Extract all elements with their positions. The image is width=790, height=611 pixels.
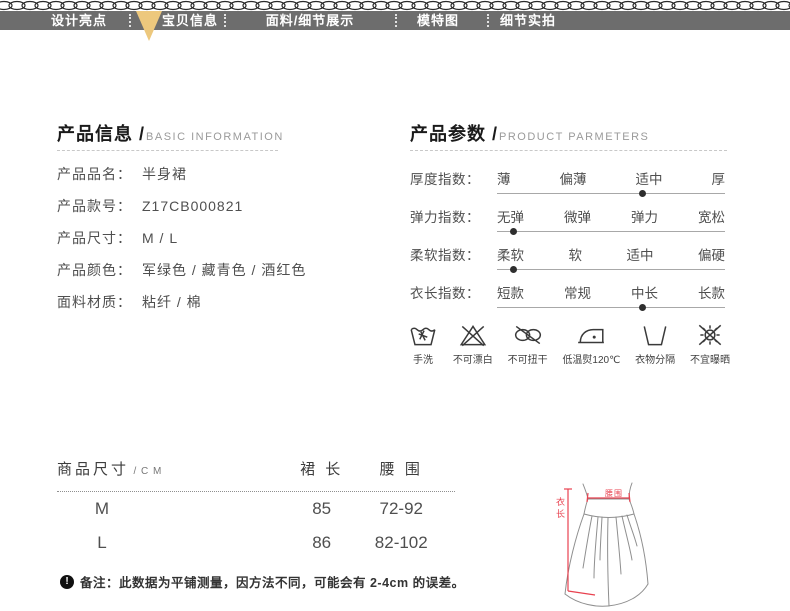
size-chart-title: 商品尺寸: [57, 461, 129, 478]
basic-info-heading: 产品信息/BASIC INFORMATION: [57, 120, 284, 146]
section-subtitle: BASIC INFORMATION: [146, 131, 284, 143]
care-iron-low: 低温熨120℃: [562, 322, 620, 366]
basic-info-list: 产品品名：半身裙 产品款号：Z17CB000821 产品尺寸：M / L 产品颜…: [57, 158, 397, 318]
parameter-index-list: 厚度指数： 薄 偏薄 适中 厚 弹力指数： 无弹 微弹 弹力 宽松 柔软指数：: [410, 160, 727, 312]
care-no-sun: 不宜曝晒: [690, 322, 730, 366]
size-chart-unit: / C M: [133, 466, 162, 477]
tab-design-highlights[interactable]: 设计亮点: [51, 11, 107, 30]
section-subtitle: PRODUCT PARMETERS: [499, 131, 649, 143]
scale-marker-dot: [639, 190, 646, 197]
tab-divider: [224, 14, 226, 27]
no-sun-exposure-icon: [695, 322, 725, 348]
product-colors-row: 产品颜色：军绿色 / 藏青色 / 酒红色: [57, 254, 397, 286]
care-hand-wash: 手洗: [408, 322, 438, 366]
divider-dashed: [57, 150, 278, 151]
column-skirt-length: 裙 长: [296, 458, 348, 479]
care-instructions: 手洗 不可漂白 不可扭干 低温熨120℃ 衣物分隔: [408, 322, 730, 366]
table-row: L 86 82-102: [57, 526, 455, 560]
no-bleach-icon: [458, 322, 488, 348]
tab-divider: [487, 14, 489, 27]
thickness-index-row: 厚度指数： 薄 偏薄 适中 厚: [410, 160, 727, 198]
product-style-no-row: 产品款号：Z17CB000821: [57, 190, 397, 222]
tab-detail-shots[interactable]: 细节实拍: [500, 11, 556, 30]
active-tab-pointer-icon: [136, 11, 162, 41]
chain-border-decoration: [0, 0, 790, 11]
tab-item-info[interactable]: 宝贝信息: [162, 11, 218, 30]
column-waist: 腰 围: [348, 458, 455, 479]
waist-label: 腰围: [592, 488, 636, 499]
softness-scale: 柔软 软 适中 偏硬: [497, 244, 725, 274]
care-no-wring: 不可扭干: [508, 322, 548, 366]
elasticity-scale: 无弹 微弹 弹力 宽松: [497, 206, 725, 236]
size-m: M: [57, 499, 147, 519]
tab-divider: [395, 14, 397, 27]
exclamation-icon: !: [60, 575, 74, 589]
scale-marker-dot: [639, 304, 646, 311]
no-wring-icon: [513, 322, 543, 348]
parameters-heading: 产品参数/PRODUCT PARMETERS: [410, 120, 649, 146]
product-sizes-row: 产品尺寸：M / L: [57, 222, 397, 254]
skirt-measurement-diagram: [535, 458, 675, 608]
section-title: 产品信息: [57, 124, 133, 144]
wash-separately-icon: [640, 322, 670, 348]
tab-fabric-details[interactable]: 面料/细节展示: [266, 11, 355, 30]
table-row: M 85 72-92: [57, 492, 455, 526]
tab-divider: [129, 14, 131, 27]
divider-dashed: [410, 150, 727, 151]
garment-length-index-row: 衣长指数： 短款 常规 中长 长款: [410, 274, 727, 312]
measurement-note: ! 备注：此数据为平铺测量，因方法不同，可能会有 2-4cm 的误差。: [60, 572, 465, 591]
section-title: 产品参数: [410, 124, 486, 144]
product-nav-bar: 设计亮点 宝贝信息 面料/细节展示 模特图 细节实拍: [0, 11, 790, 30]
size-chart-header: 商品尺寸 / C M 裙 长 腰 围: [57, 458, 455, 492]
softness-index-row: 柔软指数： 柔软 软 适中 偏硬: [410, 236, 727, 274]
scale-marker-dot: [510, 228, 517, 235]
tab-model-photos[interactable]: 模特图: [417, 11, 459, 30]
hand-wash-icon: [408, 322, 438, 348]
thickness-scale: 薄 偏薄 适中 厚: [497, 168, 725, 198]
product-name-row: 产品品名：半身裙: [57, 158, 397, 190]
size-chart: 商品尺寸 / C M 裙 长 腰 围 M 85 72-92 L 86 82-10…: [57, 458, 455, 560]
product-material-row: 面料材质：粘纤 / 棉: [57, 286, 397, 318]
care-wash-separately: 衣物分隔: [635, 322, 675, 366]
garment-length-scale: 短款 常规 中长 长款: [497, 282, 725, 312]
iron-low-temp-icon: [576, 322, 606, 348]
length-label: 衣长: [554, 497, 567, 521]
care-no-bleach: 不可漂白: [453, 322, 493, 366]
size-l: L: [57, 533, 147, 553]
scale-marker-dot: [510, 266, 517, 273]
elasticity-index-row: 弹力指数： 无弹 微弹 弹力 宽松: [410, 198, 727, 236]
